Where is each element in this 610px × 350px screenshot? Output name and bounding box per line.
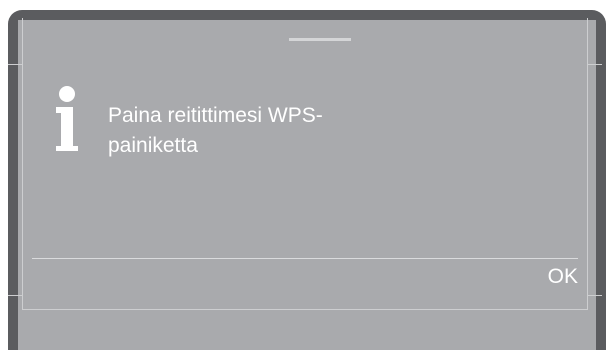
- display-screen: [18, 20, 596, 332]
- frame-tick-left-bottom: [8, 295, 22, 296]
- frame-line-left: [22, 18, 23, 309]
- dialog-message-line-2: painiketta: [108, 134, 198, 157]
- frame-tick-right-bottom: [588, 295, 602, 296]
- top-indicator: [289, 38, 351, 41]
- frame-tick-right-top: [588, 64, 602, 65]
- frame-line-right: [587, 18, 588, 309]
- dialog-message-line-1: Paina reitittimesi WPS-: [108, 104, 323, 127]
- ok-button[interactable]: OK: [520, 262, 578, 292]
- frame-tick-left-top: [8, 64, 22, 65]
- display-bottom-strip: [18, 330, 596, 350]
- dialog-message: Paina reitittimesi WPS- painiketta: [108, 101, 408, 161]
- device-bezel: [8, 10, 606, 350]
- info-icon: [52, 85, 80, 153]
- dialog-divider: [32, 258, 578, 259]
- frame-line-bottom: [22, 309, 588, 310]
